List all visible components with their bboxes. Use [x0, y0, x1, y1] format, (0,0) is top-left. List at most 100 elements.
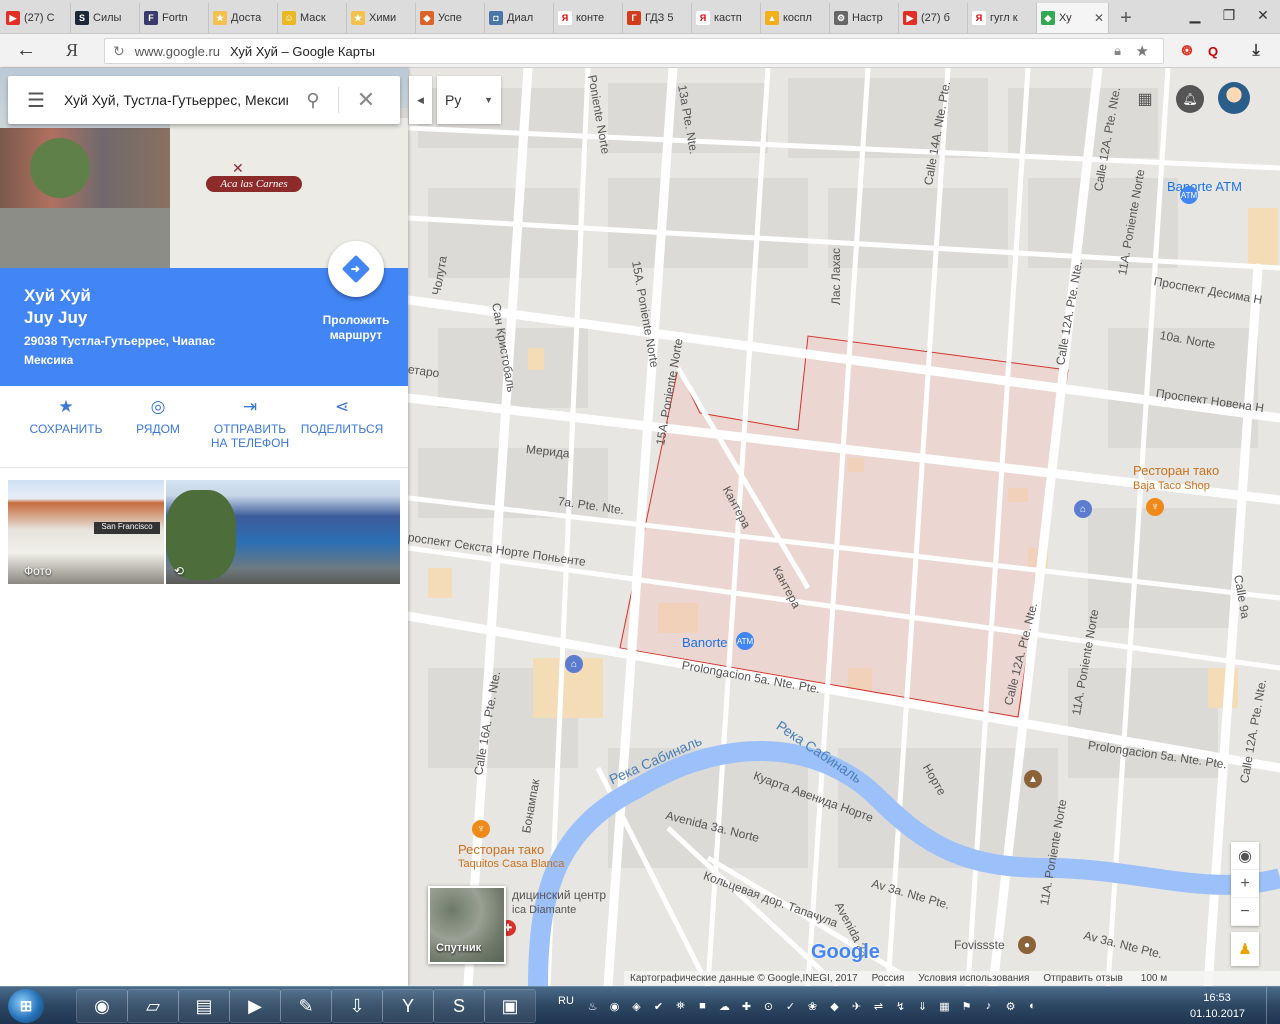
clock[interactable]: 16:53 01.10.2017 — [1190, 990, 1245, 1022]
browser-tab[interactable]: Ягугл к — [968, 3, 1037, 33]
browser-tab[interactable]: ★ Доста — [209, 3, 278, 33]
tray-icon[interactable]: ↯ — [892, 998, 909, 1015]
browser-tab[interactable]: ⚙ Настр — [830, 3, 899, 33]
clear-search-icon[interactable]: ✕ — [339, 87, 393, 113]
close-window-button[interactable]: ✕ — [1246, 0, 1280, 30]
browser-tab[interactable]: ▶ (27) б — [899, 3, 968, 33]
action-share[interactable]: ⋖ ПОДЕЛИТЬСЯ — [296, 386, 388, 467]
bookmark-star-icon[interactable]: ★ — [1136, 42, 1149, 60]
adblock-extension-icon[interactable]: ❂ — [1174, 40, 1200, 62]
tray-icon[interactable]: ⚙ — [1002, 998, 1019, 1015]
tray-icon[interactable]: ✔ — [650, 998, 667, 1015]
media-player-button[interactable]: ◉ — [76, 989, 128, 1023]
map-label-banorte2[interactable]: Banorte — [682, 635, 728, 650]
feedback-link[interactable]: Отправить отзыв — [1043, 973, 1122, 984]
browser-tab[interactable]: ◘ Диал — [485, 3, 554, 33]
action-nearby[interactable]: ◎ РЯДОМ — [112, 386, 204, 467]
browser-tab[interactable]: ☺ Маск — [278, 3, 347, 33]
tray-icon[interactable]: ✓ — [782, 998, 799, 1015]
back-button[interactable]: ← — [0, 39, 52, 62]
my-location-icon[interactable]: ◉ — [1231, 842, 1259, 870]
school-icon[interactable]: ▲ — [1024, 770, 1042, 788]
tray-icon[interactable]: ♨ — [584, 998, 601, 1015]
map-label-taco1-sub[interactable]: Baja Taco Shop — [1133, 480, 1210, 492]
yandex-browser-button[interactable]: Y — [382, 989, 434, 1023]
tray-icon[interactable]: ■ — [694, 998, 711, 1015]
action-star[interactable]: ★ СОХРАНИТЬ — [20, 386, 112, 467]
menu-icon[interactable]: ☰ — [8, 88, 64, 113]
tray-icon[interactable]: ⛯ — [672, 998, 689, 1015]
tray-icon[interactable]: ⚑ — [958, 998, 975, 1015]
browser-tab[interactable]: ▶ (27) С — [2, 3, 71, 33]
scale-bar[interactable]: 100 м — [1141, 973, 1167, 984]
tray-icon[interactable]: ◈ — [628, 998, 645, 1015]
lock-icon[interactable]: 🔒︎ — [1114, 43, 1121, 59]
map-canvas[interactable]: Poniente Norte 13a Pte. Nte. Calle 14A. Nt… — [408, 68, 1280, 986]
browser-tab[interactable]: F Fortn — [140, 3, 209, 33]
tray-icon[interactable]: ☁ — [716, 998, 733, 1015]
tray-icon[interactable]: ◉ — [606, 998, 623, 1015]
video-button[interactable]: ▶ — [229, 989, 281, 1023]
browser-tab[interactable]: Г ГДЗ 5 — [623, 3, 692, 33]
directions-button[interactable]: ➜ — [328, 241, 384, 297]
shopping-icon[interactable]: ⌂ — [565, 655, 583, 673]
notes-button[interactable]: ▱ — [127, 989, 179, 1023]
language-select[interactable]: Ру ▼ — [437, 76, 501, 124]
atm-icon[interactable]: ATM — [1180, 186, 1198, 204]
tray-icon[interactable]: ♪ — [980, 998, 997, 1015]
search-icon[interactable]: ⚲ — [288, 90, 338, 111]
avatar[interactable] — [1218, 82, 1250, 114]
skype-button[interactable]: S — [433, 989, 485, 1023]
tray-icon[interactable]: ✚ — [738, 998, 755, 1015]
downloads-icon[interactable]: ⤓ — [1244, 40, 1268, 62]
restaurant-icon[interactable]: ♆ — [472, 820, 490, 838]
browser-tab[interactable]: Якастп — [692, 3, 761, 33]
minimize-button[interactable]: ▁ — [1178, 0, 1212, 30]
language-indicator[interactable]: RU — [558, 995, 574, 1007]
collapse-panel-button[interactable]: ◀ — [409, 76, 432, 124]
url-field[interactable]: ↻ www.google.ru Хуй Хуй – Google Карты 🔒… — [104, 38, 1164, 64]
tray-icon[interactable]: ⇓ — [914, 998, 931, 1015]
reload-icon[interactable]: ↻ — [113, 43, 125, 60]
yandex-logo[interactable]: Я — [52, 40, 92, 61]
browser-tab[interactable]: Яконте — [554, 3, 623, 33]
google-apps-icon[interactable]: ▦ — [1131, 82, 1159, 116]
q-extension-icon[interactable]: Q — [1202, 40, 1224, 62]
pegman-icon[interactable]: ♟ — [1231, 932, 1259, 966]
notifications-icon[interactable]: 🔔︎ — [1176, 85, 1204, 113]
browser-tab[interactable]: ◆ Успе — [416, 3, 485, 33]
terms-link[interactable]: Условия использования — [918, 973, 1029, 984]
tray-icon[interactable]: ◐ — [1024, 998, 1041, 1015]
action-send-to-phone[interactable]: ⇥ ОТПРАВИТЬ НА ТЕЛЕФОН — [204, 386, 296, 467]
maximize-button[interactable]: ❐ — [1212, 0, 1246, 30]
restaurant-icon[interactable]: ♆ — [1146, 498, 1164, 516]
photos-button[interactable]: ▣ — [484, 989, 536, 1023]
atm-icon[interactable]: ATM — [736, 632, 754, 650]
map-label-banorte-atm[interactable]: Banorte ATM — [1167, 179, 1242, 194]
start-button[interactable]: ⊞ — [8, 989, 44, 1023]
browser-tab[interactable]: ★ Хими — [347, 3, 416, 33]
tray-icon[interactable]: ⊙ — [760, 998, 777, 1015]
country-link[interactable]: Россия — [872, 973, 905, 984]
zoom-in-button[interactable]: + — [1231, 870, 1259, 898]
search-input[interactable]: Хуй Хуй, Тустла-Гутьеррес, Мексика — [64, 92, 288, 108]
tray-icon[interactable]: ❀ — [804, 998, 821, 1015]
shopping-icon[interactable]: ⌂ — [1074, 500, 1092, 518]
paint-button[interactable]: ✎ — [280, 989, 332, 1023]
tray-icon[interactable]: ◆ — [826, 998, 843, 1015]
show-desktop-button[interactable] — [1266, 987, 1280, 1024]
map-label-taco1[interactable]: Ресторан тако — [1133, 463, 1219, 478]
satellite-toggle[interactable]: Спутник — [428, 886, 506, 964]
explorer-button[interactable]: ▤ — [178, 989, 230, 1023]
map-label-taco2-sub[interactable]: Taquitos Casa Blanca — [458, 858, 564, 870]
map-label-taco2[interactable]: Ресторан тако — [458, 842, 544, 857]
browser-tab[interactable]: S Силы — [71, 3, 140, 33]
tray-icon[interactable]: ⇌ — [870, 998, 887, 1015]
close-tab-icon[interactable]: ✕ — [1094, 11, 1104, 25]
browser-tab[interactable]: ▲ коспл — [761, 3, 830, 33]
street-view-thumb[interactable]: ⟲ — [166, 480, 400, 584]
tray-icon[interactable]: ▦ — [936, 998, 953, 1015]
directions-label[interactable]: Проложить маршрут — [312, 313, 400, 343]
tray-icon[interactable]: ✈ — [848, 998, 865, 1015]
photo-thumb[interactable]: San Francisco Фото — [8, 480, 164, 584]
